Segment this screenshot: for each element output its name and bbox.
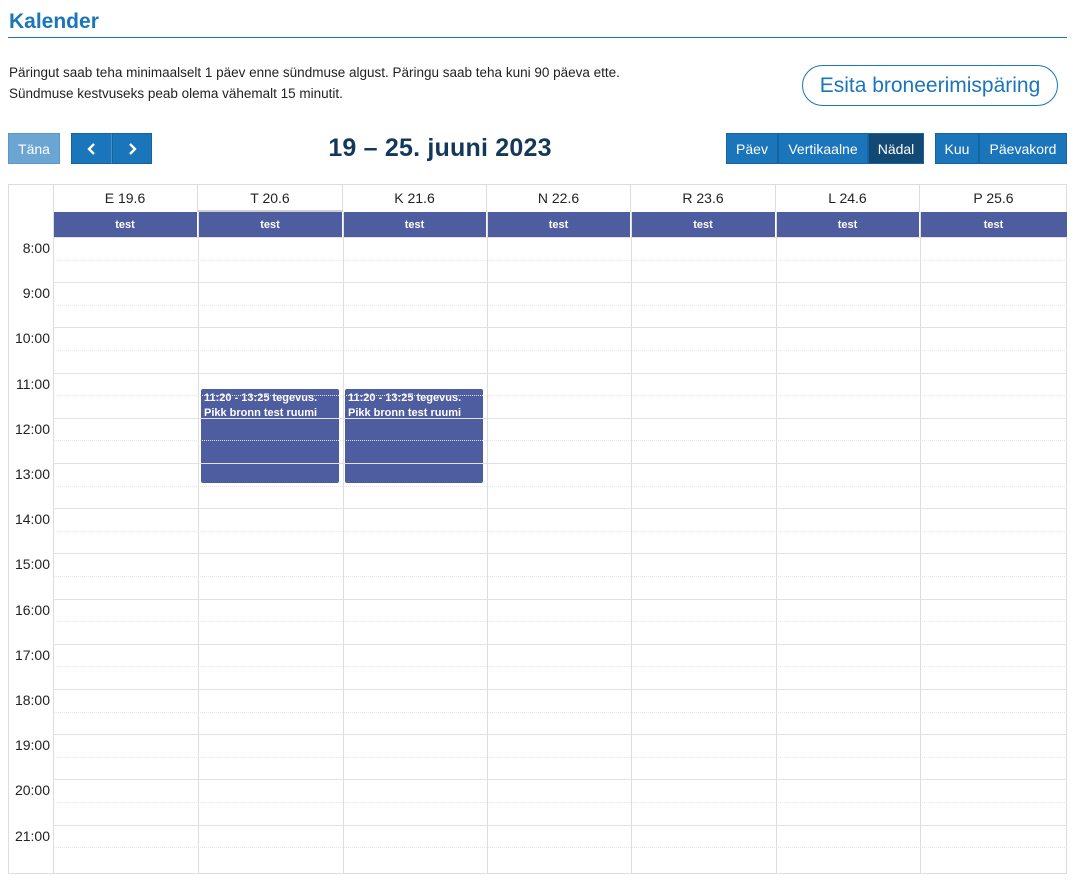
event-wed[interactable]: 11:20 - 13:25 tegevus. Pikk bronn test r… <box>345 389 483 483</box>
hour-line <box>53 373 1067 374</box>
hour-label: 11:00 <box>16 376 50 392</box>
column-divider <box>631 212 632 874</box>
half-hour-line <box>53 757 1067 758</box>
hour-line <box>53 689 1067 690</box>
day-header-sat[interactable]: L 24.6 <box>776 184 920 212</box>
view-week-button[interactable]: Nädal <box>868 133 924 164</box>
hour-label: 14:00 <box>14 511 50 527</box>
column-divider <box>343 212 344 874</box>
resource-cell[interactable]: test <box>487 212 631 237</box>
column-divider <box>920 212 921 874</box>
view-month-button[interactable]: Kuu <box>935 133 979 164</box>
hour-label: 15:00 <box>14 556 50 572</box>
hour-line <box>53 282 1067 283</box>
hour-label: 10:00 <box>14 330 50 346</box>
title-divider <box>8 37 1067 38</box>
hour-line <box>53 734 1067 735</box>
hour-label: 20:00 <box>14 782 50 798</box>
resource-cell[interactable]: test <box>776 212 920 237</box>
day-header-sun[interactable]: P 25.6 <box>920 184 1067 212</box>
hour-line <box>53 237 1067 238</box>
column-divider <box>487 212 488 874</box>
hour-line <box>53 644 1067 645</box>
day-header-wed[interactable]: K 21.6 <box>343 184 487 212</box>
half-hour-line <box>53 486 1067 487</box>
hour-line <box>53 553 1067 554</box>
grid-frame <box>8 184 1067 874</box>
hour-label: 9:00 <box>22 285 50 301</box>
resource-cell[interactable]: test <box>198 212 343 237</box>
hour-label: 18:00 <box>14 692 50 708</box>
hour-label: 13:00 <box>14 466 50 482</box>
hour-line <box>53 825 1067 826</box>
half-hour-line <box>53 576 1067 577</box>
resource-cell[interactable]: test <box>920 212 1067 237</box>
half-hour-line <box>53 260 1067 261</box>
booking-request-button[interactable]: Esita broneerimispäring <box>802 65 1058 106</box>
day-header-row: E 19.6 T 20.6 K 21.6 N 22.6 R 23.6 L 24.… <box>8 184 1067 213</box>
view-agenda-button[interactable]: Päevakord <box>979 133 1067 164</box>
hour-line <box>53 327 1067 328</box>
intro-text: Päringut saab teha minimaalselt 1 päev e… <box>9 62 620 104</box>
hour-line <box>53 418 1067 419</box>
half-hour-line <box>53 666 1067 667</box>
resource-cell[interactable]: test <box>53 212 198 237</box>
resource-cell[interactable]: test <box>343 212 487 237</box>
view-vertical-button[interactable]: Vertikaalne <box>778 133 868 164</box>
page-title: Kalender <box>9 10 99 33</box>
day-header-tue[interactable]: T 20.6 <box>198 184 343 213</box>
half-hour-line <box>53 847 1067 848</box>
day-header-thu[interactable]: N 22.6 <box>487 184 631 212</box>
hour-label: 16:00 <box>14 602 50 618</box>
half-hour-line <box>53 712 1067 713</box>
hour-line <box>53 599 1067 600</box>
hour-line <box>53 779 1067 780</box>
column-divider <box>776 212 777 874</box>
intro-line-2: Sündmuse kestvuseks peab olema vähemalt … <box>9 86 343 101</box>
intro-line-1: Päringut saab teha minimaalselt 1 päev e… <box>9 65 620 80</box>
column-divider <box>53 184 54 874</box>
day-header-fri[interactable]: R 23.6 <box>631 184 776 212</box>
hour-line <box>53 508 1067 509</box>
view-day-button[interactable]: Päev <box>726 133 778 164</box>
half-hour-line <box>53 531 1067 532</box>
hour-line <box>53 463 1067 464</box>
event-tue[interactable]: 11:20 - 13:25 tegevus. Pikk bronn test r… <box>201 389 339 483</box>
half-hour-line <box>53 802 1067 803</box>
hour-label: 17:00 <box>14 647 50 663</box>
half-hour-line <box>53 621 1067 622</box>
hour-label: 8:00 <box>22 240 50 256</box>
resource-row: test test test test test test test <box>53 212 1067 237</box>
day-header-mon[interactable]: E 19.6 <box>53 184 198 212</box>
column-divider <box>198 212 199 874</box>
hour-label: 12:00 <box>14 421 50 437</box>
half-hour-line <box>53 350 1067 351</box>
half-hour-line <box>53 440 1067 441</box>
resource-cell[interactable]: test <box>631 212 776 237</box>
hour-label: 21:00 <box>14 828 50 844</box>
half-hour-line <box>53 395 1067 396</box>
hour-label: 19:00 <box>14 737 50 753</box>
half-hour-line <box>53 305 1067 306</box>
